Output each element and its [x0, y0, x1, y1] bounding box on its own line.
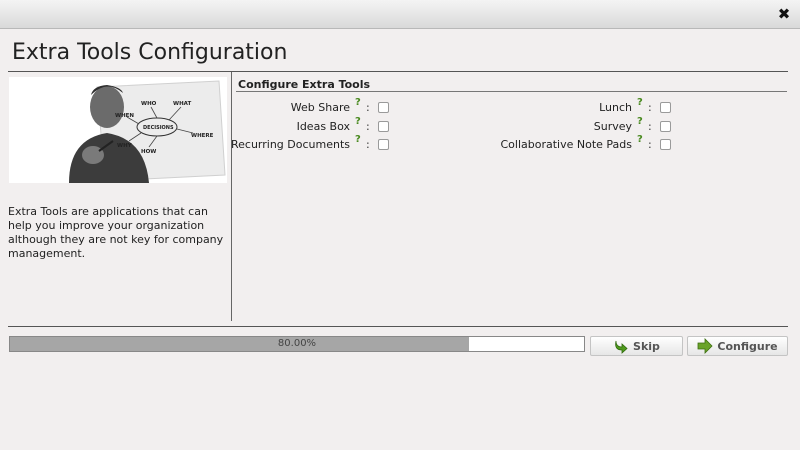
tool-row-ideas-box: Ideas Box ? :: [238, 116, 390, 134]
photo-word-why: WHY: [117, 143, 133, 149]
tool-colon: :: [366, 101, 370, 114]
photo-word-what: WHAT: [173, 101, 191, 107]
help-icon[interactable]: ?: [355, 134, 361, 145]
dialog-titlebar: ✖: [0, 0, 800, 29]
tool-colon: :: [366, 138, 370, 151]
section-divider: [236, 91, 787, 92]
progress-bar: 80.00%: [9, 336, 585, 352]
close-icon[interactable]: ✖: [776, 6, 792, 22]
tool-colon: :: [648, 101, 652, 114]
tool-label: Recurring Documents: [230, 138, 350, 151]
tool-row-survey: Survey ? :: [500, 116, 672, 134]
help-icon[interactable]: ?: [637, 97, 643, 108]
help-icon[interactable]: ?: [637, 116, 643, 127]
photo-word-who: WHO: [141, 101, 157, 107]
checkbox-collaborative-note-pads[interactable]: [660, 139, 671, 150]
checkbox-recurring-documents[interactable]: [378, 139, 389, 150]
checkbox-ideas-box[interactable]: [378, 121, 389, 132]
photo-word-decisions: DECISIONS: [143, 125, 174, 131]
help-icon[interactable]: ?: [355, 97, 361, 108]
checkbox-survey[interactable]: [660, 121, 671, 132]
tool-colon: :: [366, 120, 370, 133]
skip-button[interactable]: Skip: [590, 336, 683, 356]
tool-colon: :: [648, 120, 652, 133]
skip-arrow-icon: [615, 340, 628, 354]
progress-label: 80.00%: [277, 338, 317, 349]
panel-divider: [231, 72, 232, 321]
photo-word-where: WHERE: [191, 133, 214, 139]
section-title: Configure Extra Tools: [238, 78, 371, 91]
arrow-right-icon: [697, 338, 713, 354]
title-divider: [8, 71, 788, 72]
decision-photo: WHO WHAT WHEN DECISIONS WHERE WHY HOW: [9, 77, 227, 183]
footer-divider: [8, 326, 788, 327]
photo-word-when: WHEN: [115, 113, 134, 119]
tool-label: Survey: [593, 120, 632, 133]
tool-label: Web Share: [290, 101, 350, 114]
configure-label: Configure: [717, 339, 778, 353]
tool-row-collaborative-note-pads: Collaborative Note Pads ? :: [500, 134, 672, 152]
tool-colon: :: [648, 138, 652, 151]
photo-word-how: HOW: [141, 149, 156, 155]
tool-row-web-share: Web Share ? :: [238, 97, 390, 115]
help-icon[interactable]: ?: [637, 134, 643, 145]
checkbox-lunch[interactable]: [660, 102, 671, 113]
tool-label: Ideas Box: [296, 120, 350, 133]
tool-row-lunch: Lunch ? :: [500, 97, 672, 115]
tool-label: Collaborative Note Pads: [500, 138, 632, 151]
tool-label: Lunch: [599, 101, 632, 114]
checkbox-web-share[interactable]: [378, 102, 389, 113]
configure-button[interactable]: Configure: [687, 336, 788, 356]
help-icon[interactable]: ?: [355, 116, 361, 127]
tool-row-recurring-documents: Recurring Documents ? :: [231, 134, 390, 152]
extra-tools-description: Extra Tools are applications that can he…: [8, 205, 224, 260]
skip-label: Skip: [633, 339, 660, 353]
left-panel: WHO WHAT WHEN DECISIONS WHERE WHY HOW Ex…: [8, 74, 231, 321]
page-title: Extra Tools Configuration: [12, 40, 288, 65]
